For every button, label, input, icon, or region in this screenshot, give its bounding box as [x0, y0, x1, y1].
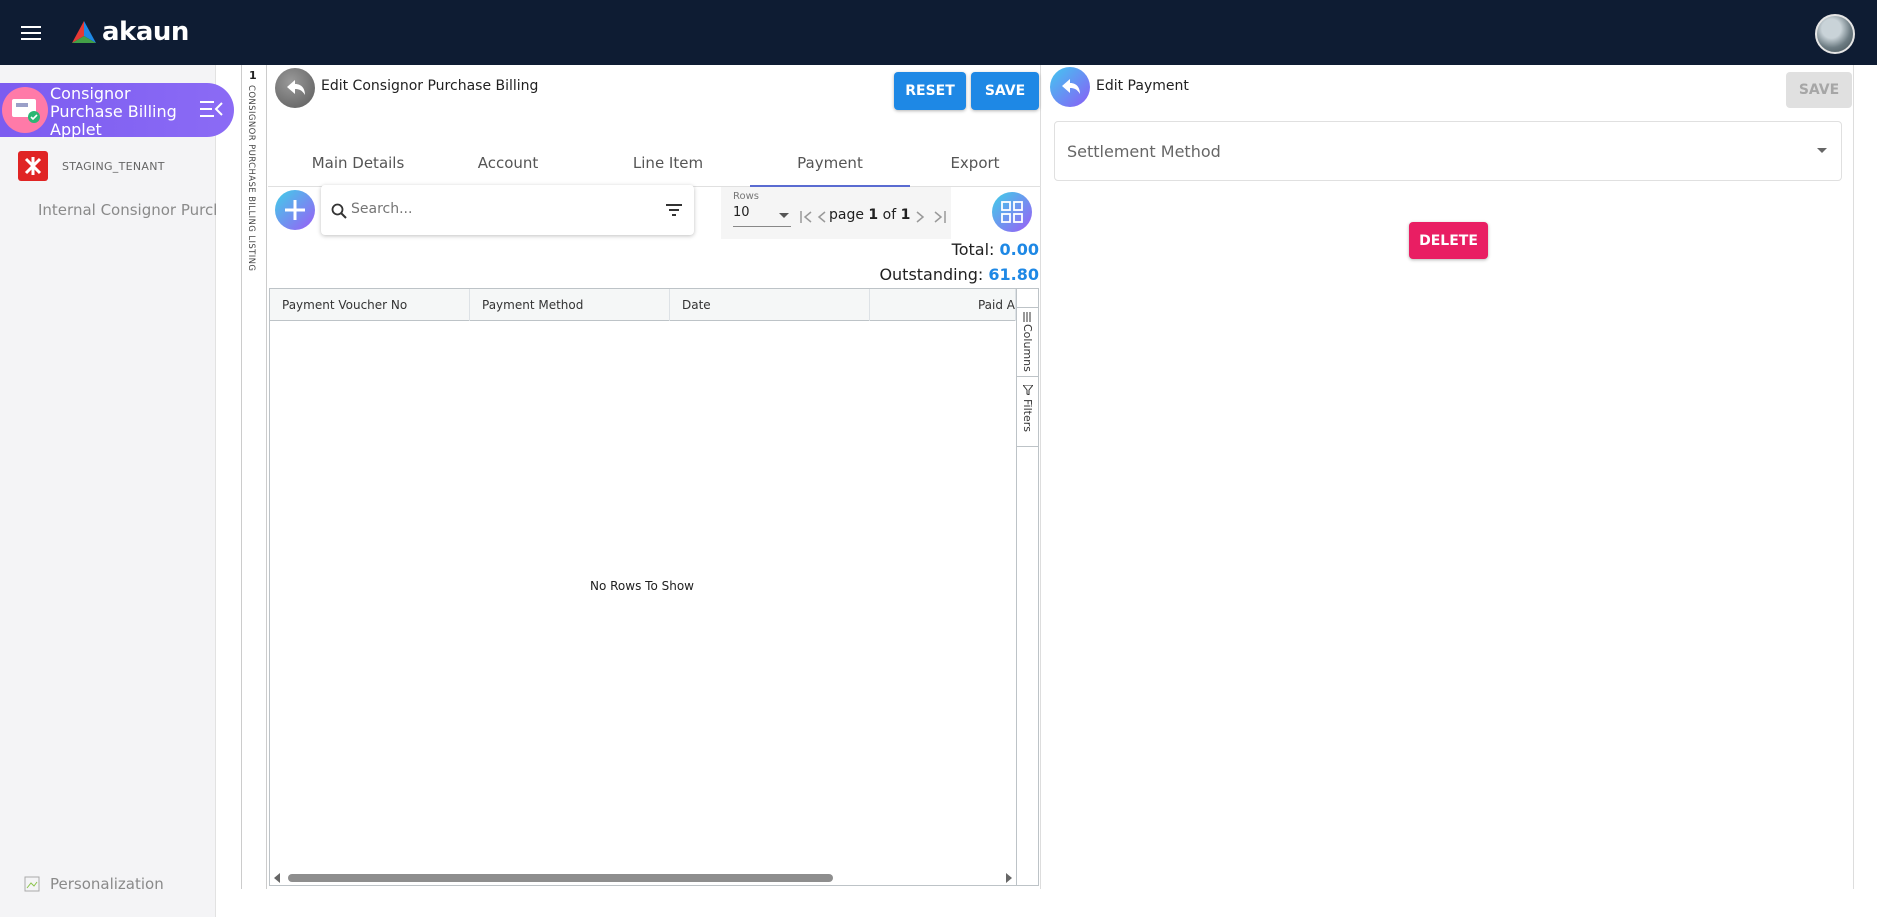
of-word: of: [882, 207, 897, 223]
reset-button[interactable]: RESET: [894, 72, 966, 110]
pagination: Rows 10 page 1 of 1: [721, 187, 951, 239]
next-page-icon[interactable]: [915, 211, 925, 223]
applet-title: Consignor Purchase Billing Applet: [50, 84, 177, 139]
search-placeholder: Search...: [351, 201, 413, 217]
applet-icon: [2, 87, 48, 133]
scrollbar-thumb[interactable]: [288, 874, 833, 882]
personalization-link[interactable]: Personalization: [24, 875, 164, 893]
last-page-icon[interactable]: [933, 211, 947, 223]
chevron-down-icon: [779, 213, 789, 218]
logo-icon: [72, 21, 96, 43]
columns-tool-label: Columns: [1021, 324, 1034, 372]
column-header-method[interactable]: Payment Method: [470, 289, 670, 321]
payment-panel-title: Edit Payment: [1096, 78, 1189, 94]
grid-side-bar: Columns Filters: [1016, 289, 1039, 885]
tab-payment[interactable]: Payment: [750, 145, 910, 187]
outstanding-summary: Outstanding: 61.80: [879, 265, 1039, 284]
chevron-down-icon: [1817, 148, 1827, 153]
grid-icon: [1001, 201, 1023, 223]
sidebar-item-label: Internal Consignor Purchase Billing: [38, 201, 216, 219]
rows-label: Rows: [733, 191, 760, 202]
applet-header[interactable]: Consignor Purchase Billing Applet: [0, 83, 234, 139]
panel-title: Edit Consignor Purchase Billing: [321, 78, 539, 94]
funnel-icon: [1023, 385, 1033, 395]
settlement-method-label: Settlement Method: [1067, 142, 1221, 161]
filter-icon[interactable]: [666, 204, 682, 216]
column-header-paid[interactable]: Paid A: [870, 289, 1016, 321]
rows-per-page-select[interactable]: 10: [733, 205, 791, 227]
total-value: 0.00: [999, 240, 1039, 259]
tab-export[interactable]: Export: [910, 145, 1040, 187]
column-header-date[interactable]: Date: [670, 289, 870, 321]
outstanding-value: 61.80: [988, 265, 1039, 284]
grid-view-button[interactable]: [992, 192, 1032, 232]
search-input[interactable]: Search...: [321, 185, 694, 235]
search-icon: [331, 203, 347, 219]
outstanding-label: Outstanding:: [879, 265, 984, 284]
payment-back-button[interactable]: [1050, 67, 1090, 107]
user-avatar[interactable]: [1815, 14, 1855, 54]
payment-grid: Payment Voucher No Payment Method Date P…: [269, 288, 1039, 886]
akaun-logo[interactable]: akaun: [70, 16, 189, 48]
delete-button[interactable]: DELETE: [1409, 222, 1488, 259]
filters-tool-label: Filters: [1021, 399, 1034, 432]
collapse-sidebar-icon[interactable]: [200, 99, 224, 119]
tenant-logo-icon: [18, 151, 48, 181]
add-button[interactable]: [275, 190, 315, 230]
tab-main-details[interactable]: Main Details: [288, 145, 428, 187]
columns-tool-button[interactable]: Columns: [1017, 307, 1039, 377]
total-summary: Total: 0.00: [952, 240, 1039, 259]
payment-save-button[interactable]: SAVE: [1786, 72, 1852, 108]
tab-account[interactable]: Account: [428, 145, 588, 187]
grid-header: Payment Voucher No Payment Method Date P…: [270, 289, 1016, 321]
total-label: Total:: [951, 240, 995, 259]
no-rows-message: No Rows To Show: [590, 579, 694, 593]
horizontal-scrollbar[interactable]: [270, 867, 1016, 885]
tab-bar: Main Details Account Line Item Payment E…: [268, 145, 1041, 187]
save-button[interactable]: SAVE: [971, 72, 1039, 110]
column-header-voucher[interactable]: Payment Voucher No: [270, 289, 470, 321]
edit-payment-panel: Edit Payment SAVE Settlement Method DELE…: [1042, 65, 1854, 889]
rows-value: 10: [733, 205, 750, 220]
page-total: 1: [900, 207, 911, 223]
settlement-method-select[interactable]: Settlement Method: [1054, 121, 1842, 181]
edit-billing-panel: Edit Consignor Purchase Billing RESET SA…: [268, 65, 1041, 889]
first-page-icon[interactable]: [799, 211, 813, 223]
listing-strip[interactable]: 1 CONSIGNOR PURCHASE BILLING LISTING: [241, 65, 267, 889]
scroll-left-icon[interactable]: [273, 873, 281, 883]
sidebar-item-internal-consignor[interactable]: Internal Consignor Purchase Billing: [26, 201, 216, 219]
plus-icon: [285, 200, 305, 220]
menu-icon[interactable]: [20, 22, 42, 44]
filters-tool-button[interactable]: Filters: [1017, 377, 1039, 447]
listing-strip-number: 1: [249, 69, 257, 82]
broken-image-icon: [24, 876, 40, 892]
page-indicator: page 1 of 1: [829, 207, 910, 223]
personalization-label: Personalization: [50, 875, 164, 893]
back-button[interactable]: [275, 68, 315, 108]
columns-icon: [1023, 312, 1031, 322]
back-arrow-icon: [287, 80, 305, 95]
tenant-item[interactable]: STAGING_TENANT: [18, 151, 165, 181]
logo-text: akaun: [102, 17, 189, 47]
scroll-right-icon[interactable]: [1005, 873, 1013, 883]
tab-line-item[interactable]: Line Item: [588, 145, 748, 187]
top-app-bar: akaun: [0, 0, 1877, 65]
previous-page-icon[interactable]: [817, 211, 827, 223]
page-word: page: [829, 207, 864, 223]
back-arrow-icon: [1062, 79, 1080, 94]
listing-strip-label: CONSIGNOR PURCHASE BILLING LISTING: [246, 85, 256, 272]
sidebar: Consignor Purchase Billing Applet STAGIN…: [0, 65, 234, 917]
page-current: 1: [868, 207, 879, 223]
tenant-label: STAGING_TENANT: [62, 159, 165, 173]
